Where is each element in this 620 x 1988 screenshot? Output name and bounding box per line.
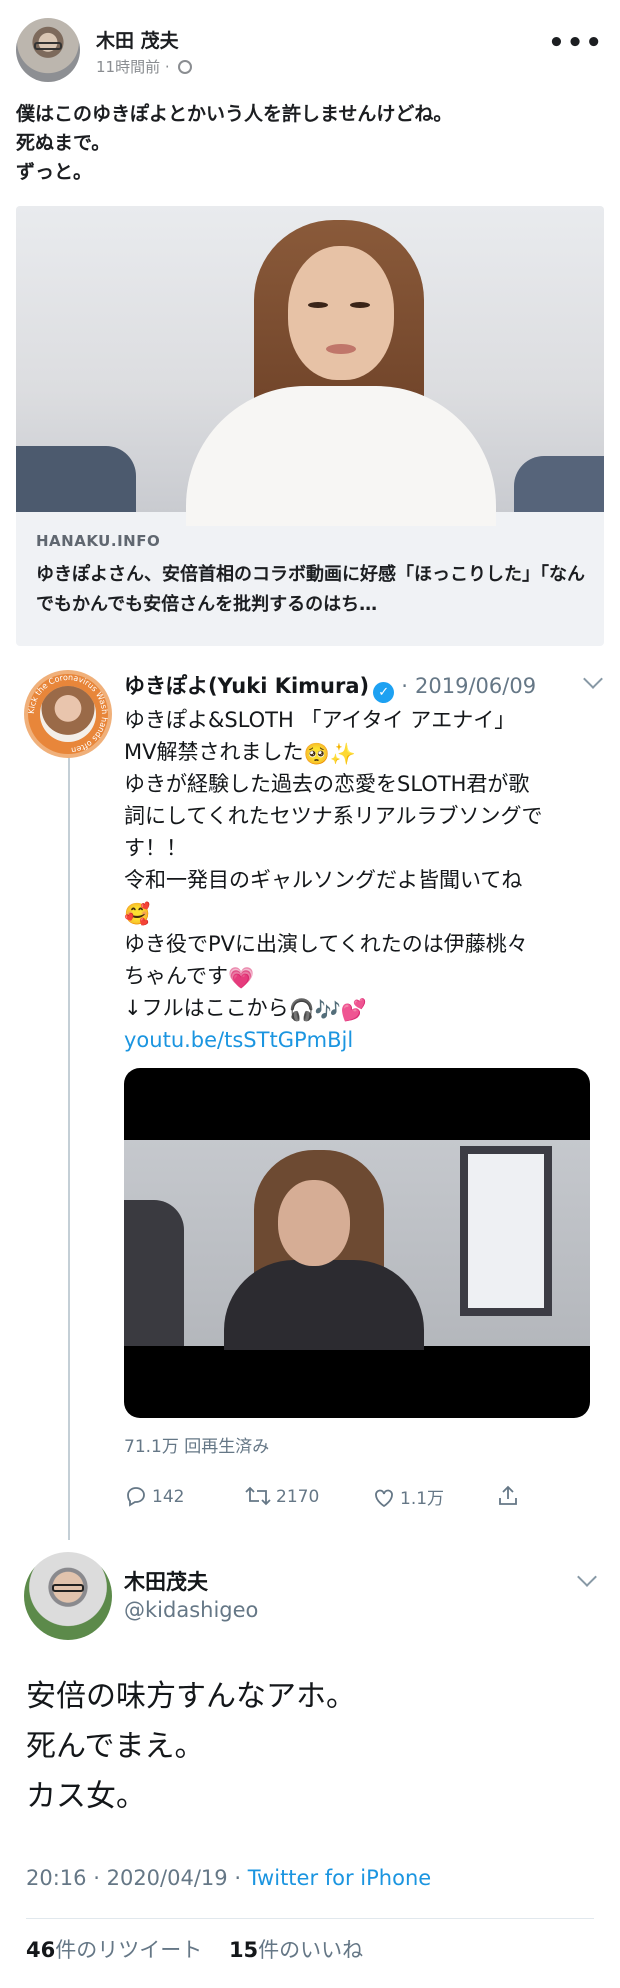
author-avatar[interactable] xyxy=(16,18,80,82)
reply-button[interactable]: 142 xyxy=(124,1484,184,1516)
reply-date[interactable]: 2020/04/19 xyxy=(107,1866,228,1890)
likes-stat[interactable]: 15件のいいね xyxy=(229,1938,363,1962)
tweet-line: ↓フルはここから xyxy=(124,996,289,1020)
reply-text: 安倍の味方すんなアホ。 死んでまえ。 カス女。 xyxy=(26,1672,586,1822)
reply-icon xyxy=(127,1487,145,1507)
tweet-text: ゆきぽよ&SLOTH 「アイタイ アエナイ」 MV解禁されました🥺✨ ゆきが経験… xyxy=(124,704,594,1056)
sparkles-emoji-icon: ✨ xyxy=(329,742,356,766)
post-body-line: ずっと。 xyxy=(16,161,93,183)
headphones-emoji-icon: 🎧 xyxy=(288,998,315,1022)
retweet-button[interactable]: 2170 xyxy=(244,1484,319,1516)
tweet-header: ゆきぽよ(Yuki Kimura) ✓ · 2019/06/09 xyxy=(124,669,603,703)
reply-author-name[interactable]: 木田茂夫 xyxy=(124,1566,208,1596)
link-preview-card[interactable]: HANAKU.INFO ゆきぽよさん、安倍首相のコラボ動画に好感「ほっこりした」… xyxy=(16,206,604,646)
reply-line: 安倍の味方すんなアホ。 xyxy=(26,1679,356,1714)
reply-stats: 46件のリツイート 15件のいいね xyxy=(26,1934,363,1964)
share-icon xyxy=(499,1485,517,1505)
tweet-line: MV解禁されました xyxy=(124,740,304,764)
post-body-line: 僕はこのゆきぽよとかいう人を許しませんけどね。 xyxy=(16,103,453,125)
heart-icon xyxy=(375,1489,393,1508)
video-player[interactable] xyxy=(124,1068,590,1418)
tweet-line: 令和一発目のギャルソングだよ皆聞いてね xyxy=(124,868,523,892)
svg-text:Kick the Coronavirus Wash hand: Kick the Coronavirus Wash hands often xyxy=(27,673,109,755)
tweet-link[interactable]: youtu.be/tsSTtGPmBjl xyxy=(124,1024,594,1056)
facebook-post-header: 木田 茂夫 11時間前 · ••• xyxy=(16,14,604,84)
retweet-icon xyxy=(245,1486,271,1506)
chevron-down-icon[interactable] xyxy=(577,1567,597,1587)
two-hearts-emoji-icon: 💕 xyxy=(340,998,368,1022)
like-count: 1.1万 xyxy=(400,1489,445,1509)
music-notes-emoji-icon: 🎶 xyxy=(314,998,341,1022)
heart-emoji-icon: 💗 xyxy=(227,966,255,990)
tweet-line: ちゃんです xyxy=(124,964,228,988)
reply-line: 死んでまえ。 xyxy=(26,1729,205,1764)
client-app-link[interactable]: Twitter for iPhone xyxy=(248,1866,432,1890)
view-count: 71.1万 回再生済み xyxy=(124,1437,270,1457)
tweet-line: ゆき役でPVに出演してくれたのは伊藤桃々 xyxy=(124,932,528,956)
share-button[interactable] xyxy=(496,1484,524,1516)
reply-author-handle[interactable]: @kidashigeo xyxy=(124,1598,258,1622)
reply-time[interactable]: 20:16 xyxy=(26,1866,87,1890)
like-button[interactable]: 1.1万 xyxy=(372,1484,444,1516)
reply-line: カス女。 xyxy=(26,1779,146,1814)
tweet-date-sep: · xyxy=(401,674,408,698)
retweet-count: 2170 xyxy=(276,1487,320,1507)
link-title[interactable]: ゆきぽよさん、安倍首相のコラボ動画に好感「ほっこりした」「なんでもかんでも安倍さ… xyxy=(36,560,586,620)
more-options-icon[interactable]: ••• xyxy=(548,28,604,58)
tweet-actions: 142 2170 1.1万 xyxy=(124,1484,544,1516)
reply-count: 142 xyxy=(152,1487,185,1507)
retweets-stat[interactable]: 46件のリツイート xyxy=(26,1938,202,1962)
reply-author-avatar[interactable] xyxy=(24,1552,112,1640)
video-thumbnail[interactable] xyxy=(124,1140,590,1350)
pleading-face-emoji-icon: 🥺 xyxy=(303,742,330,766)
reply-meta: 20:16 · 2020/04/19 · Twitter for iPhone xyxy=(26,1866,432,1890)
tweet-line: 詞にしてくれたセツナ系リアルラブソングで xyxy=(124,804,543,828)
link-preview-image[interactable] xyxy=(16,206,604,526)
thread-line xyxy=(68,748,70,1540)
smiling-hearts-emoji-icon: 🥰 xyxy=(124,902,151,926)
globe-icon xyxy=(178,60,193,74)
coronavirus-badge-ring: Kick the Coronavirus Wash hands often xyxy=(27,673,109,755)
post-time[interactable]: 11時間前 xyxy=(96,58,160,76)
link-domain: HANAKU.INFO xyxy=(36,532,161,550)
tweet-author-avatar[interactable]: Kick the Coronavirus Wash hands often xyxy=(24,670,112,758)
divider xyxy=(26,1918,594,1919)
tweet-line: す！！ xyxy=(124,836,187,860)
tweet-date[interactable]: 2019/06/09 xyxy=(415,674,536,698)
post-meta: 11時間前 · xyxy=(96,56,193,77)
tweet-line: ゆきぽよ&SLOTH 「アイタイ アエナイ」 xyxy=(124,708,516,732)
post-body: 僕はこのゆきぽよとかいう人を許しませんけどね。 死ぬまで。 ずっと。 xyxy=(16,100,604,187)
chevron-down-icon[interactable] xyxy=(583,669,603,689)
tweet-author-name[interactable]: ゆきぽよ(Yuki Kimura) xyxy=(124,674,369,698)
tweet-line: ゆきが経験した過去の恋愛をSLOTH君が歌 xyxy=(124,772,530,796)
author-name[interactable]: 木田 茂夫 xyxy=(96,26,179,53)
post-body-line: 死ぬまで。 xyxy=(16,132,111,154)
verified-badge-icon: ✓ xyxy=(373,682,395,703)
